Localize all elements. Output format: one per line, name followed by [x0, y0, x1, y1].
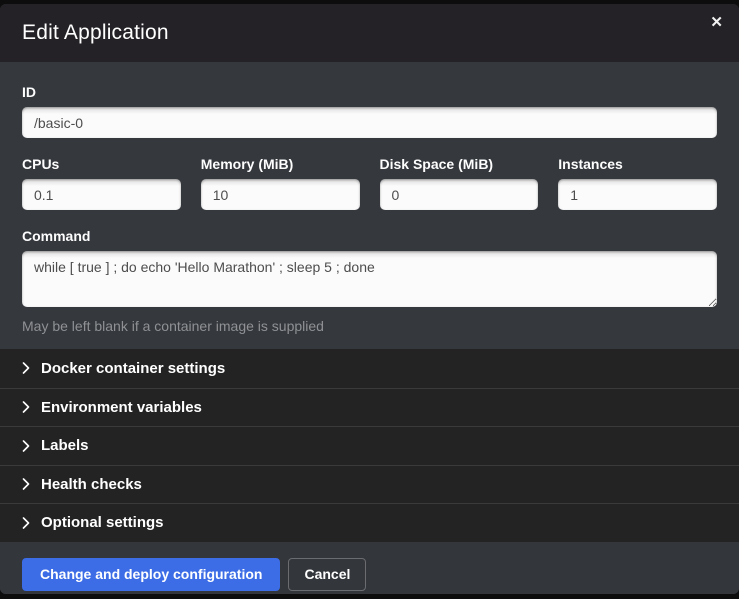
chevron-right-icon: [22, 440, 30, 452]
section-environment-variables[interactable]: Environment variables: [0, 388, 739, 427]
cpus-field-block: CPUs: [22, 156, 181, 210]
memory-field-block: Memory (MiB): [201, 156, 360, 210]
section-label: Labels: [41, 437, 89, 454]
disk-field-block: Disk Space (MiB): [380, 156, 539, 210]
command-field-block: Command while [ true ] ; do echo 'Hello …: [22, 228, 717, 334]
chevron-right-icon: [22, 517, 30, 529]
cpus-input[interactable]: [22, 179, 181, 210]
chevron-right-icon: [22, 478, 30, 490]
id-field-block: ID: [22, 84, 717, 138]
section-health-checks[interactable]: Health checks: [0, 465, 739, 504]
cpus-label: CPUs: [22, 156, 181, 172]
memory-label: Memory (MiB): [201, 156, 360, 172]
modal-header: Edit Application ✕: [0, 4, 739, 62]
section-labels[interactable]: Labels: [0, 426, 739, 465]
disk-label: Disk Space (MiB): [380, 156, 539, 172]
id-input[interactable]: [22, 107, 717, 138]
section-optional-settings[interactable]: Optional settings: [0, 503, 739, 542]
modal-title: Edit Application: [22, 21, 169, 45]
modal-footer: Change and deploy configuration Cancel: [0, 542, 739, 595]
disk-input[interactable]: [380, 179, 539, 210]
memory-input[interactable]: [201, 179, 360, 210]
collapsible-sections: Docker container settings Environment va…: [0, 349, 739, 542]
resources-row: CPUs Memory (MiB) Disk Space (MiB) Insta…: [22, 156, 717, 210]
command-help-text: May be left blank if a container image i…: [22, 318, 717, 334]
page-backdrop: Edit Application ✕ ID CPUs Memory (MiB) …: [0, 0, 739, 599]
edit-application-modal: Edit Application ✕ ID CPUs Memory (MiB) …: [0, 4, 739, 594]
command-label: Command: [22, 228, 717, 244]
cancel-button[interactable]: Cancel: [288, 558, 366, 591]
chevron-right-icon: [22, 401, 30, 413]
modal-form: ID CPUs Memory (MiB) Disk Space (MiB) In: [0, 62, 739, 349]
section-label: Environment variables: [41, 399, 202, 416]
section-label: Optional settings: [41, 514, 164, 531]
instances-input[interactable]: [558, 179, 717, 210]
section-label: Health checks: [41, 476, 142, 493]
section-docker-container-settings[interactable]: Docker container settings: [0, 349, 739, 388]
chevron-right-icon: [22, 362, 30, 374]
change-and-deploy-button[interactable]: Change and deploy configuration: [22, 558, 280, 591]
command-textarea[interactable]: while [ true ] ; do echo 'Hello Marathon…: [22, 251, 717, 307]
id-label: ID: [22, 84, 717, 100]
instances-field-block: Instances: [558, 156, 717, 210]
section-label: Docker container settings: [41, 360, 225, 377]
close-icon[interactable]: ✕: [710, 15, 723, 30]
instances-label: Instances: [558, 156, 717, 172]
